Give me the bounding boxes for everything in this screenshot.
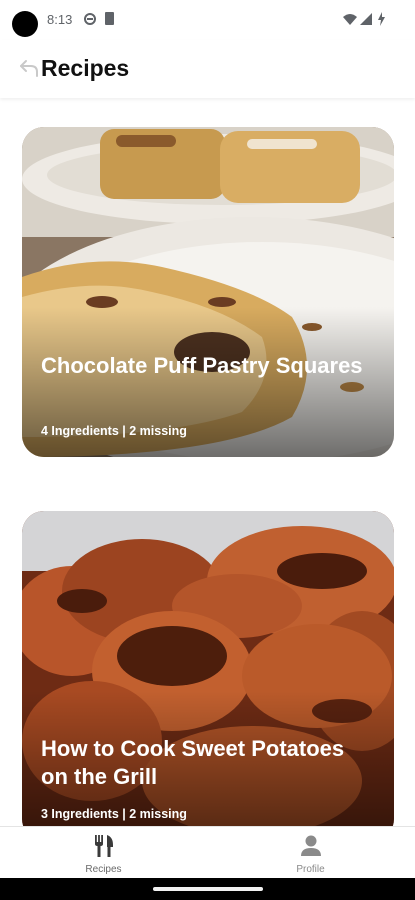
fork-knife-icon bbox=[94, 835, 113, 857]
battery-icon bbox=[378, 12, 385, 26]
wifi-icon bbox=[343, 14, 357, 25]
nav-label-recipes: Recipes bbox=[85, 864, 122, 875]
back-arrow-icon[interactable] bbox=[18, 58, 40, 78]
camera-cutout bbox=[12, 11, 38, 37]
bottom-nav: Recipes Profile bbox=[0, 826, 415, 878]
person-icon bbox=[300, 835, 321, 856]
page-title: Recipes bbox=[41, 55, 130, 81]
system-navigation-bar bbox=[0, 878, 415, 900]
recipe-card[interactable]: How to Cook Sweet Potatoes on the Grill … bbox=[22, 511, 394, 826]
app-bar: Recipes bbox=[0, 40, 415, 98]
home-gesture-handle[interactable] bbox=[153, 887, 263, 891]
signal-icon bbox=[360, 13, 372, 25]
status-time: 8:13 bbox=[47, 12, 73, 27]
nav-item-recipes[interactable]: Recipes bbox=[0, 827, 207, 879]
status-bar: 8:13 bbox=[0, 0, 415, 40]
recipe-title: Chocolate Puff Pastry Squares bbox=[41, 353, 363, 378]
recipe-ingredients-summary: 4 Ingredients | 2 missing bbox=[41, 424, 187, 438]
nav-label-profile: Profile bbox=[296, 864, 325, 875]
recipe-feed[interactable]: Chocolate Puff Pastry Squares 4 Ingredie… bbox=[0, 98, 415, 826]
sim-card-icon bbox=[105, 12, 114, 25]
recipe-ingredients-summary: 3 Ingredients | 2 missing bbox=[41, 807, 187, 821]
data-saver-icon bbox=[84, 13, 96, 25]
recipe-title: How to Cook Sweet Potatoes on the Grill bbox=[41, 736, 345, 789]
nav-item-profile[interactable]: Profile bbox=[207, 827, 414, 879]
recipe-card[interactable]: Chocolate Puff Pastry Squares 4 Ingredie… bbox=[22, 127, 394, 457]
